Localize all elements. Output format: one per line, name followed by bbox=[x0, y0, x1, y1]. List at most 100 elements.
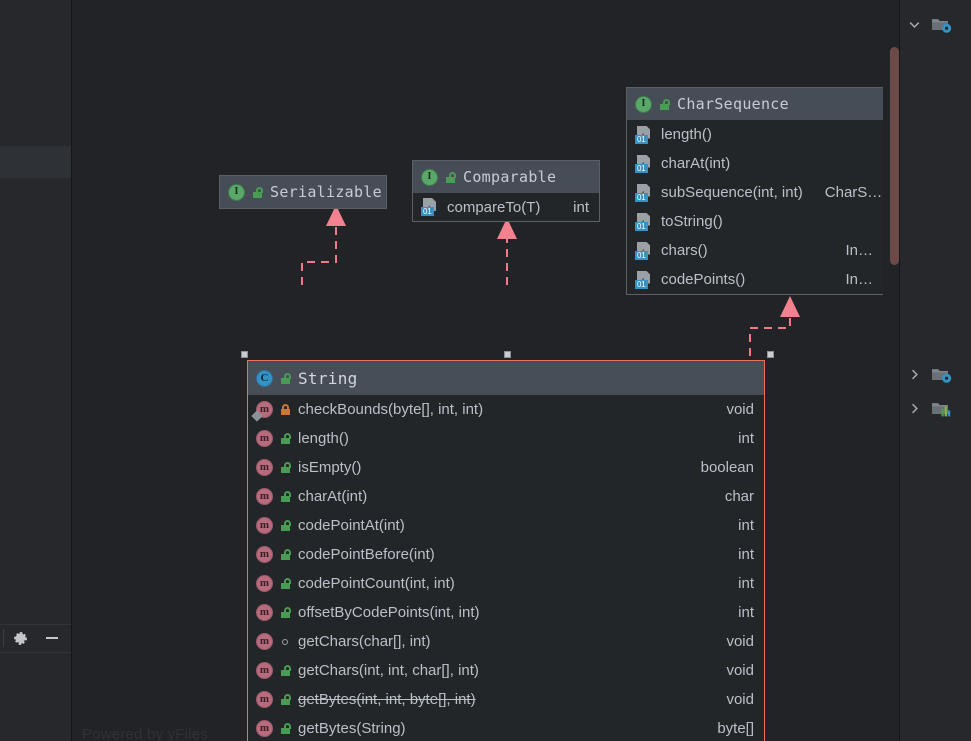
member-type: int bbox=[738, 575, 754, 592]
lock-open-icon bbox=[278, 694, 292, 705]
member-name: getChars(char[], int) bbox=[298, 633, 431, 650]
member-row[interactable]: m isEmpty() boolean bbox=[248, 453, 764, 482]
abstract-method-icon: 01 bbox=[635, 154, 655, 173]
right-panel-item-3[interactable] bbox=[900, 392, 971, 424]
member-type: byte[] bbox=[717, 720, 754, 737]
right-panel-item-2[interactable] bbox=[900, 358, 971, 390]
uml-node-comparable[interactable]: I Comparable 01 compareTo(T) int bbox=[412, 160, 600, 222]
uml-diagram-window: I Serializable I Comparable 01 compareTo… bbox=[0, 0, 971, 741]
interface-icon: I bbox=[228, 183, 245, 201]
member-name: toString() bbox=[661, 213, 723, 230]
member-row[interactable]: 01 compareTo(T) int bbox=[413, 193, 599, 221]
gear-icon bbox=[13, 631, 27, 645]
member-type: char bbox=[724, 488, 754, 505]
hide-panel-button[interactable] bbox=[36, 624, 68, 652]
chevron-down-icon[interactable] bbox=[900, 18, 928, 31]
member-name: isEmpty() bbox=[298, 459, 362, 476]
lock-open-icon bbox=[278, 491, 292, 502]
node-title: String bbox=[298, 368, 358, 388]
method-icon: m bbox=[256, 517, 273, 534]
member-row-deprecated[interactable]: m getBytes(int, int, byte[], int) void bbox=[248, 685, 764, 714]
member-row[interactable]: m getChars(char[], int) void bbox=[248, 627, 764, 656]
left-panel-toolbar bbox=[0, 624, 71, 652]
lock-open-icon bbox=[278, 520, 292, 531]
member-name: checkBounds(byte[], int, int) bbox=[298, 401, 484, 418]
method-icon: m bbox=[256, 662, 273, 679]
member-type: void bbox=[726, 691, 754, 708]
static-marker-icon bbox=[251, 410, 263, 422]
member-type: void bbox=[726, 662, 754, 679]
right-panel-item-1[interactable] bbox=[900, 8, 971, 40]
node-title: Comparable bbox=[463, 168, 557, 186]
method-icon: m bbox=[256, 459, 273, 476]
diagram-canvas[interactable]: I Serializable I Comparable 01 compareTo… bbox=[72, 0, 900, 741]
edge-string-to-serializable bbox=[301, 205, 346, 285]
member-row[interactable]: 01 toString() bbox=[627, 207, 883, 236]
left-panel-selected-band[interactable] bbox=[0, 146, 71, 178]
abstract-method-icon: 01 bbox=[635, 125, 655, 144]
folder-chart-icon[interactable] bbox=[928, 399, 954, 418]
method-icon: m bbox=[256, 691, 273, 708]
member-name: charAt(int) bbox=[661, 155, 731, 172]
lock-open-icon bbox=[278, 433, 292, 444]
member-row[interactable]: m length() int bbox=[248, 424, 764, 453]
chevron-right-icon[interactable] bbox=[900, 402, 928, 415]
edge-string-to-charsequence bbox=[749, 296, 800, 356]
selection-handle-top-center[interactable] bbox=[504, 351, 511, 358]
member-row[interactable]: 01 charAt(int) bbox=[627, 149, 883, 178]
uml-node-string[interactable]: C String m checkBounds(byte[], int, int)… bbox=[247, 360, 765, 741]
method-icon: m bbox=[256, 488, 273, 505]
member-row[interactable]: m charAt(int) char bbox=[248, 482, 764, 511]
method-icon: m bbox=[256, 546, 273, 563]
member-row[interactable]: m offsetByCodePoints(int, int) int bbox=[248, 598, 764, 627]
method-icon: m bbox=[256, 575, 273, 592]
lock-open-icon bbox=[278, 665, 292, 676]
method-icon: m bbox=[256, 430, 273, 447]
folder-settings-icon[interactable] bbox=[928, 15, 954, 34]
lock-open-icon bbox=[657, 98, 671, 110]
member-name: length() bbox=[661, 126, 712, 143]
canvas-vertical-scrollbar[interactable] bbox=[890, 47, 899, 265]
node-header: I Serializable bbox=[220, 176, 386, 208]
abstract-method-icon: 01 bbox=[635, 270, 655, 289]
member-row[interactable]: 01 codePoints() In… bbox=[627, 265, 883, 294]
member-row[interactable]: m codePointCount(int, int) int bbox=[248, 569, 764, 598]
member-row[interactable]: m getChars(int, int, char[], int) void bbox=[248, 656, 764, 685]
node-title: CharSequence bbox=[677, 95, 789, 113]
member-row[interactable]: 01 chars() In… bbox=[627, 236, 883, 265]
folder-settings-icon[interactable] bbox=[928, 365, 954, 384]
member-type: int bbox=[738, 430, 754, 447]
member-row[interactable]: m codePointAt(int) int bbox=[248, 511, 764, 540]
lock-closed-icon bbox=[278, 404, 292, 415]
selection-handle-top-left[interactable] bbox=[241, 351, 248, 358]
abstract-method-icon: 01 bbox=[635, 212, 655, 231]
abstract-method-icon: 01 bbox=[635, 183, 655, 202]
member-type: int bbox=[738, 604, 754, 621]
method-icon: m bbox=[256, 604, 273, 621]
lock-open-icon bbox=[278, 372, 292, 384]
lock-open-icon bbox=[278, 462, 292, 473]
member-row[interactable]: m getBytes(String) byte[] bbox=[248, 714, 764, 741]
lock-open-icon bbox=[278, 578, 292, 589]
member-row[interactable]: 01 length() bbox=[627, 120, 883, 149]
member-name: length() bbox=[298, 430, 349, 447]
member-type: int bbox=[738, 517, 754, 534]
member-type: CharS… bbox=[824, 184, 883, 201]
selection-handle-top-right[interactable] bbox=[767, 351, 774, 358]
member-row[interactable]: m checkBounds(byte[], int, int) void bbox=[248, 395, 764, 424]
member-type: void bbox=[726, 401, 754, 418]
abstract-method-icon: 01 bbox=[635, 241, 655, 260]
member-row[interactable]: m codePointBefore(int) int bbox=[248, 540, 764, 569]
member-name: getBytes(String) bbox=[298, 720, 406, 737]
settings-button[interactable] bbox=[4, 624, 36, 652]
minus-icon bbox=[46, 637, 58, 639]
lock-open-icon bbox=[278, 607, 292, 618]
member-type: In… bbox=[845, 242, 873, 259]
interface-icon: I bbox=[635, 95, 652, 113]
lock-open-icon bbox=[250, 186, 264, 198]
chevron-right-icon[interactable] bbox=[900, 368, 928, 381]
member-type: In… bbox=[845, 271, 873, 288]
member-row[interactable]: 01 subSequence(int, int) CharS… bbox=[627, 178, 883, 207]
uml-node-serializable[interactable]: I Serializable bbox=[219, 175, 387, 209]
uml-node-charsequence[interactable]: I CharSequence 01 length() 01 charAt(int… bbox=[626, 87, 883, 295]
